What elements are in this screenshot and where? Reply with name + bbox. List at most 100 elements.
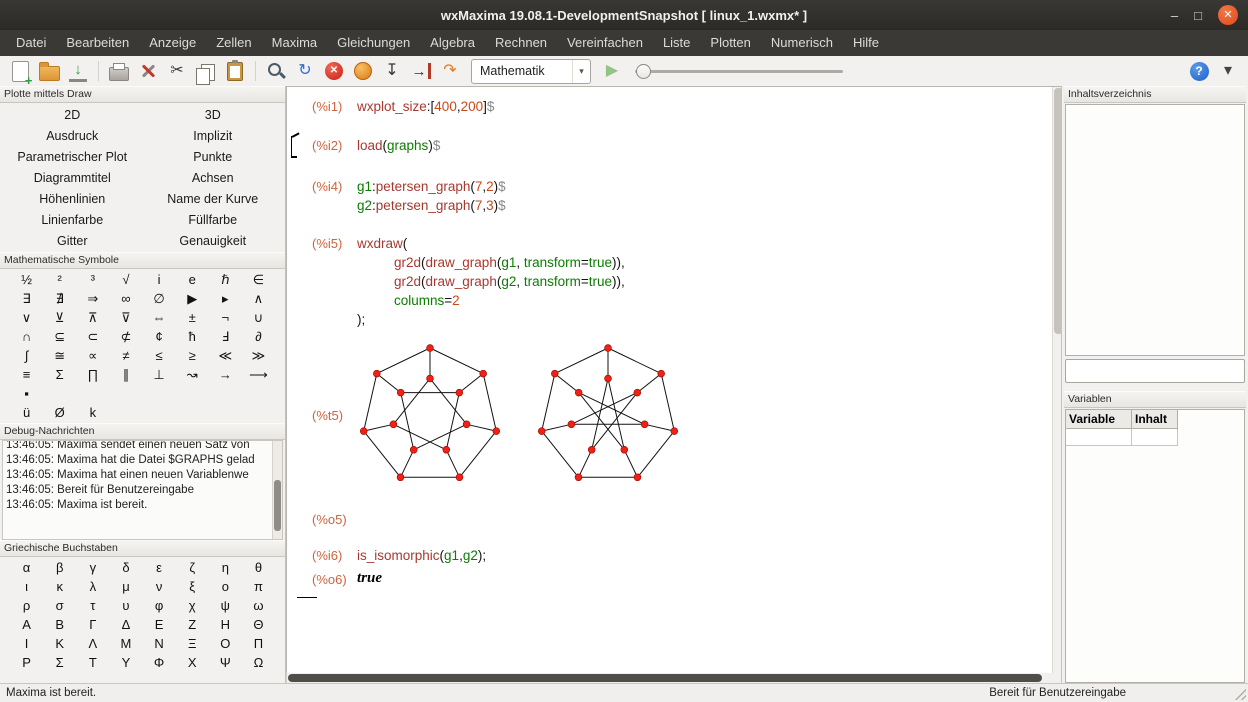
menu-item-liste[interactable]: Liste — [653, 30, 700, 56]
copy-icon[interactable] — [194, 59, 218, 83]
greek-letter-button[interactable]: T — [76, 653, 109, 672]
print-icon[interactable] — [107, 59, 131, 83]
code-line[interactable]: wxplot_size:[400,200]$ — [357, 97, 494, 116]
greek-letter-button[interactable]: Φ — [143, 653, 176, 672]
greek-letter-button[interactable]: Γ — [76, 615, 109, 634]
toc-list[interactable] — [1065, 104, 1245, 356]
cell-i5[interactable]: (%i5)wxdraw(gr2d(draw_graph(g1, transfor… — [312, 234, 1053, 329]
symbol-button[interactable]: → — [209, 365, 242, 384]
greek-letter-button[interactable]: κ — [43, 577, 76, 596]
symbol-button[interactable]: Ø — [43, 403, 76, 422]
symbol-button[interactable]: ∈ — [242, 270, 275, 289]
code-line[interactable]: g1:petersen_graph(7,2)$ — [357, 177, 506, 196]
greek-letter-button[interactable]: Σ — [43, 653, 76, 672]
draw-button-ausdruck[interactable]: Ausdruck — [2, 125, 143, 146]
symbol-button[interactable]: ∏ — [76, 365, 109, 384]
symbol-button[interactable]: ¢ — [143, 327, 176, 346]
animation-slider[interactable] — [633, 59, 845, 83]
symbol-button[interactable]: ⊽ — [109, 308, 142, 327]
greek-letter-button[interactable]: N — [143, 634, 176, 653]
open-icon[interactable] — [37, 59, 61, 83]
greek-letter-button[interactable]: ι — [10, 577, 43, 596]
symbol-button[interactable]: ∞ — [109, 289, 142, 308]
symbol-button[interactable]: ³ — [76, 270, 109, 289]
code-line[interactable]: load(graphs)$ — [357, 136, 440, 155]
menu-item-gleichungen[interactable]: Gleichungen — [327, 30, 420, 56]
variables-cell[interactable] — [1132, 429, 1178, 446]
symbol-button[interactable]: ≠ — [109, 346, 142, 365]
cell-i1[interactable]: (%i1)wxplot_size:[400,200]$ — [312, 97, 1053, 116]
symbol-button[interactable]: ∝ — [76, 346, 109, 365]
symbol-button[interactable]: ⊻ — [43, 308, 76, 327]
greek-letter-button[interactable]: β — [43, 558, 76, 577]
greek-letter-button[interactable]: χ — [176, 596, 209, 615]
symbol-button[interactable]: ↝ — [176, 365, 209, 384]
greek-letter-button[interactable]: ξ — [176, 577, 209, 596]
symbol-button[interactable]: ∫ — [10, 346, 43, 365]
draw-button-implizit[interactable]: Implizit — [143, 125, 284, 146]
resize-grip[interactable] — [1233, 687, 1246, 700]
greek-letter-button[interactable]: Θ — [242, 615, 275, 634]
menu-item-vereinfachen[interactable]: Vereinfachen — [557, 30, 653, 56]
configure-icon[interactable] — [136, 59, 160, 83]
greek-letter-button[interactable]: τ — [76, 596, 109, 615]
menu-item-rechnen[interactable]: Rechnen — [485, 30, 557, 56]
document-area[interactable]: (%i1)wxplot_size:[400,200]$(%i2)load(gra… — [286, 86, 1065, 674]
close-button[interactable]: ✕ — [1218, 5, 1238, 25]
greek-letter-button[interactable]: λ — [76, 577, 109, 596]
menu-item-zellen[interactable]: Zellen — [206, 30, 261, 56]
symbol-button[interactable]: Ⅎ — [209, 327, 242, 346]
greek-letter-button[interactable]: η — [209, 558, 242, 577]
variables-panel-caption[interactable]: Variablen — [1064, 391, 1246, 408]
interrupt-icon[interactable]: ✕ — [322, 59, 346, 83]
graph-plot-2[interactable] — [535, 339, 681, 492]
draw-button-gitter[interactable]: Gitter — [2, 230, 143, 251]
symbol-button[interactable]: ⟶ — [242, 365, 275, 384]
cell-type-select[interactable]: Mathematik▾ — [471, 59, 591, 84]
toc-panel-caption[interactable]: Inhaltsverzeichnis — [1064, 86, 1246, 103]
symbol-button[interactable]: ∩ — [10, 327, 43, 346]
symbol-button[interactable]: ∧ — [242, 289, 275, 308]
document-hscrollbar-thumb[interactable] — [288, 674, 1042, 682]
redo-icon[interactable]: ↷ — [438, 59, 462, 83]
slider-knob[interactable] — [636, 64, 651, 79]
greek-letter-button[interactable]: γ — [76, 558, 109, 577]
cell-o6[interactable]: (%o6)true — [312, 570, 1053, 589]
greek-letter-button[interactable]: K — [43, 634, 76, 653]
minimize-button[interactable]: – — [1171, 9, 1178, 22]
toolbar-overflow-icon[interactable]: ▾ — [1216, 59, 1240, 83]
cell-i6[interactable]: (%i6)is_isomorphic(g1,g2); — [312, 546, 1053, 565]
variables-cell[interactable] — [1066, 429, 1132, 446]
greek-letter-button[interactable]: δ — [109, 558, 142, 577]
draw-button-name-der-kurve[interactable]: Name der Kurve — [143, 188, 284, 209]
greek-letter-button[interactable]: E — [143, 615, 176, 634]
symbol-button[interactable]: ⊄ — [109, 327, 142, 346]
play-icon[interactable]: ▶ — [600, 59, 624, 83]
menu-item-bearbeiten[interactable]: Bearbeiten — [56, 30, 139, 56]
greek-letter-button[interactable]: Λ — [76, 634, 109, 653]
variables-col-inhalt[interactable]: Inhalt — [1132, 410, 1178, 429]
new-document-icon[interactable] — [8, 59, 32, 83]
greek-letter-button[interactable]: Ω — [242, 653, 275, 672]
symbol-button[interactable]: ∅ — [143, 289, 176, 308]
toc-filter-input[interactable] — [1065, 359, 1245, 383]
evaluate-till-here-icon[interactable]: ↧ — [380, 59, 404, 83]
symbol-button[interactable]: ≡ — [10, 365, 43, 384]
menu-item-maxima[interactable]: Maxima — [262, 30, 328, 56]
greek-letter-button[interactable]: ρ — [10, 596, 43, 615]
symbol-button[interactable]: ħ — [176, 327, 209, 346]
symbol-button[interactable]: ∨ — [10, 308, 43, 327]
symbol-button[interactable]: ⊂ — [76, 327, 109, 346]
paste-icon[interactable] — [223, 59, 247, 83]
symbol-button[interactable]: ℏ — [209, 270, 242, 289]
symbol-button[interactable]: ½ — [10, 270, 43, 289]
greek-letter-button[interactable]: υ — [109, 596, 142, 615]
greek-letter-button[interactable]: M — [109, 634, 142, 653]
greek-letter-button[interactable]: ζ — [176, 558, 209, 577]
code-line[interactable]: wxdraw( — [357, 234, 625, 253]
symbol-button[interactable]: ∥ — [109, 365, 142, 384]
draw-button-parametrischer-plot[interactable]: Parametrischer Plot — [2, 146, 143, 167]
draw-panel-caption[interactable]: Plotte mittels Draw — [0, 86, 285, 103]
symbol-button[interactable]: ⇒ — [76, 289, 109, 308]
restart-maxima-icon[interactable]: ↻ — [293, 59, 317, 83]
